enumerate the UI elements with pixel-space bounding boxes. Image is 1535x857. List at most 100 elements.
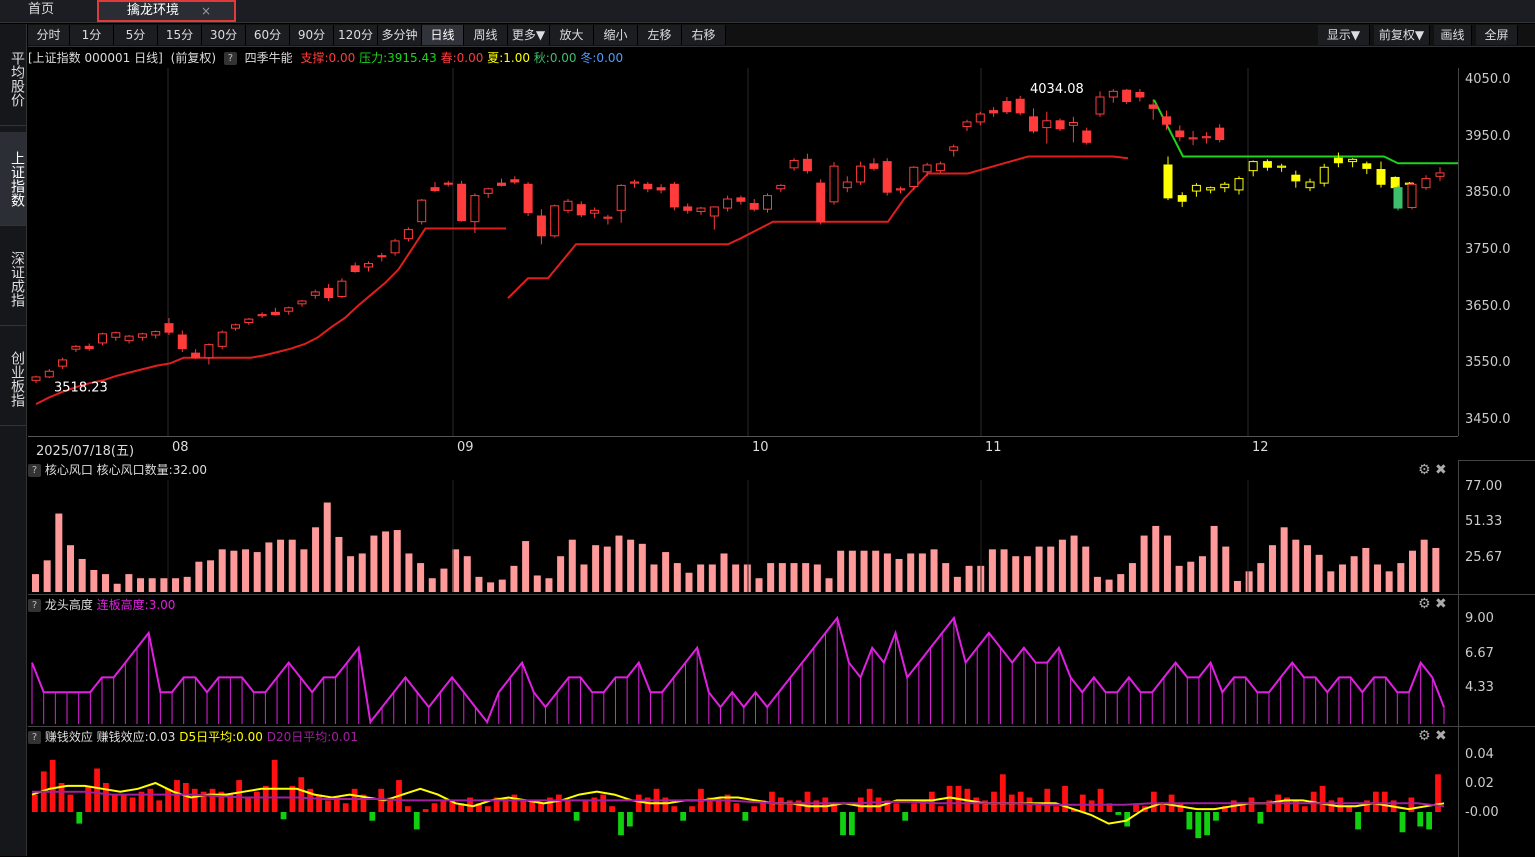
yellow-candle [1319, 166, 1329, 184]
gear-icon[interactable]: ⚙ [1418, 596, 1431, 612]
hotspot-bar [790, 563, 798, 592]
candle [403, 229, 413, 240]
help-icon[interactable]: ? [28, 464, 41, 477]
hotspot-bar [1373, 564, 1381, 592]
profit-bar [236, 780, 243, 812]
tail-candle [1407, 183, 1417, 209]
tab-close-icon[interactable]: × [201, 2, 211, 20]
dragon-height-line [31, 615, 1445, 724]
sidebar-item-4[interactable]: 创业板指 [0, 332, 26, 426]
gear-icon[interactable]: ⚙ [1418, 462, 1431, 478]
yellow-candle [1262, 161, 1272, 168]
profit-bar [902, 812, 909, 821]
profit-bar [804, 791, 811, 812]
profit-bar [1079, 794, 1086, 812]
winter-value: 冬:0.00 [580, 51, 624, 65]
yellow-candle [1305, 181, 1315, 189]
profit-bar [422, 809, 429, 812]
hotspot-bar [218, 549, 226, 592]
help-icon[interactable]: ? [223, 52, 237, 65]
candle [470, 195, 480, 223]
period-button-14[interactable]: 缩小 [594, 25, 638, 45]
hotspot-bar [942, 563, 950, 592]
hotspot-bar [918, 553, 926, 592]
sidebar-item-1[interactable]: 平均股价 [0, 32, 26, 126]
candle [1015, 98, 1025, 114]
hotspot-bar [580, 564, 588, 592]
profit-bar [609, 806, 616, 812]
hotspot-bar [475, 576, 483, 592]
profit-bar [67, 794, 74, 812]
toolbar-right-button-4[interactable]: 全屏 [1476, 25, 1518, 45]
close-icon[interactable]: ✖ [1435, 596, 1447, 612]
period-button-5[interactable]: 30分 [202, 25, 246, 45]
hotspot-bar [813, 564, 821, 592]
profit-bar [1017, 791, 1024, 812]
hotspot-bar [207, 560, 215, 592]
green-candle [1393, 187, 1403, 209]
sidebar-item-3[interactable]: 深证成指 [0, 232, 26, 326]
profit-bar [1097, 788, 1104, 812]
toolbar-right-button-3[interactable]: 画线 [1434, 25, 1472, 45]
candle [284, 307, 294, 312]
hotspot-bar [1362, 547, 1370, 592]
profit-bar [928, 791, 935, 812]
dragon-tick-label: 9.00 [1465, 611, 1494, 626]
candle [789, 159, 799, 169]
sidebar-item-2[interactable]: 上证指数 [0, 132, 26, 226]
toolbar-right-button-2[interactable]: 前复权▼ [1374, 25, 1430, 45]
hotspot-bar [1105, 579, 1113, 592]
hotspot-bar [1338, 564, 1346, 592]
profit-effect-chart [31, 759, 1445, 839]
toolbar-right-button-1[interactable]: 显示▼ [1318, 25, 1370, 45]
price-tick-label: 3850.0 [1465, 185, 1511, 201]
candle [137, 333, 147, 338]
candle [869, 163, 879, 169]
period-button-2[interactable]: 1分 [70, 25, 114, 45]
period-toolbar: 分时 1分 5分 15分 30分 60分 90分 120分 多分钟 日线 周线 更多▼ 放大 缩小 左移 右移… [28, 24, 1535, 47]
period-button-9[interactable]: 多分钟 [378, 25, 422, 45]
close-icon[interactable]: ✖ [1435, 728, 1447, 744]
period-button-3[interactable]: 5分 [114, 25, 158, 45]
yellow-candle [1206, 187, 1216, 191]
period-button-13[interactable]: 放大 [550, 25, 594, 45]
hotspot-bar [382, 531, 390, 592]
hotspot-bar [743, 564, 751, 592]
period-button-1[interactable]: 分时 [28, 25, 70, 45]
profit-bar [1426, 812, 1433, 830]
hotspot-bar [1082, 546, 1090, 592]
hotspot-bar [102, 574, 110, 592]
period-button-8[interactable]: 120分 [334, 25, 378, 45]
candle [935, 163, 945, 172]
candle [1122, 89, 1132, 103]
hotspot-bar [1152, 525, 1160, 592]
candlestick-chart[interactable]: 4034.08 3518.23 [28, 68, 1458, 436]
period-button-12[interactable]: 更多▼ [508, 25, 550, 45]
hotspot-bar [1257, 563, 1265, 592]
candle [497, 182, 506, 186]
candle [736, 197, 746, 202]
candle [310, 291, 320, 296]
close-icon[interactable]: ✖ [1435, 462, 1447, 478]
panel-icons: ⚙ ✖ [1418, 462, 1447, 478]
candle [922, 164, 932, 173]
period-button-7[interactable]: 90分 [290, 25, 334, 45]
candle [1068, 122, 1078, 126]
gear-icon[interactable]: ⚙ [1418, 728, 1431, 744]
period-button-6[interactable]: 60分 [246, 25, 290, 45]
period-button-4[interactable]: 15分 [158, 25, 202, 45]
period-button-15[interactable]: 左移 [638, 25, 682, 45]
help-icon[interactable]: ? [28, 599, 41, 612]
period-button-10[interactable]: 日线 [422, 25, 464, 45]
profit-bar [271, 759, 278, 812]
candle [669, 183, 679, 208]
period-button-11[interactable]: 周线 [464, 25, 508, 45]
yellow-candle [1234, 178, 1244, 191]
panel-icons: ⚙ ✖ [1418, 596, 1447, 612]
profit-bar [689, 806, 695, 812]
period-button-16[interactable]: 右移 [682, 25, 726, 45]
tab-active-qinlong[interactable]: 擒龙环境 × [97, 0, 236, 22]
hotspot-bar [265, 542, 273, 592]
tab-home[interactable]: 首页 [28, 0, 54, 22]
help-icon[interactable]: ? [28, 731, 41, 744]
